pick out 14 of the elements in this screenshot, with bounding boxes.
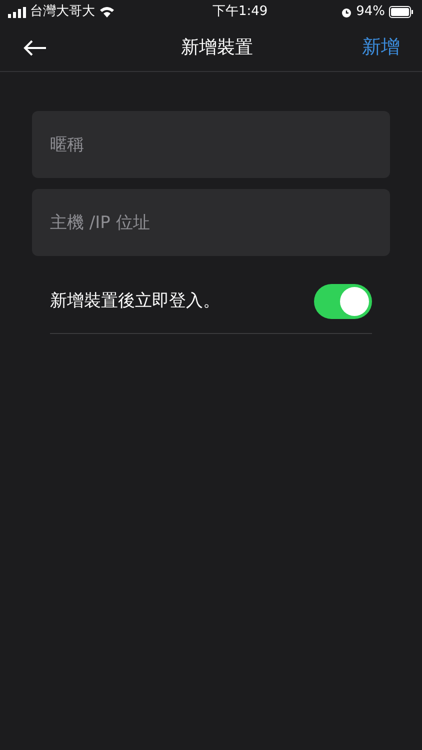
back-arrow-icon (23, 38, 47, 56)
page-title: 新增裝置 (181, 36, 253, 60)
toggle-label: 新增裝置後立即登入。 (50, 290, 220, 313)
signal-icon (8, 6, 26, 18)
input-field[interactable]: 主機 /IP 位址 (32, 189, 390, 256)
carrier-name: 台灣大哥大 (30, 3, 95, 22)
auto-login-switch[interactable] (314, 284, 372, 319)
clock-time: 下午1:49 (212, 3, 268, 22)
alarm-icon (341, 6, 352, 18)
battery-percent: 94% (356, 3, 385, 22)
input-field[interactable]: 暱稱 (32, 111, 390, 178)
add-button[interactable]: 新增 (362, 33, 400, 62)
wifi-icon (99, 6, 115, 18)
battery-icon (388, 6, 414, 18)
